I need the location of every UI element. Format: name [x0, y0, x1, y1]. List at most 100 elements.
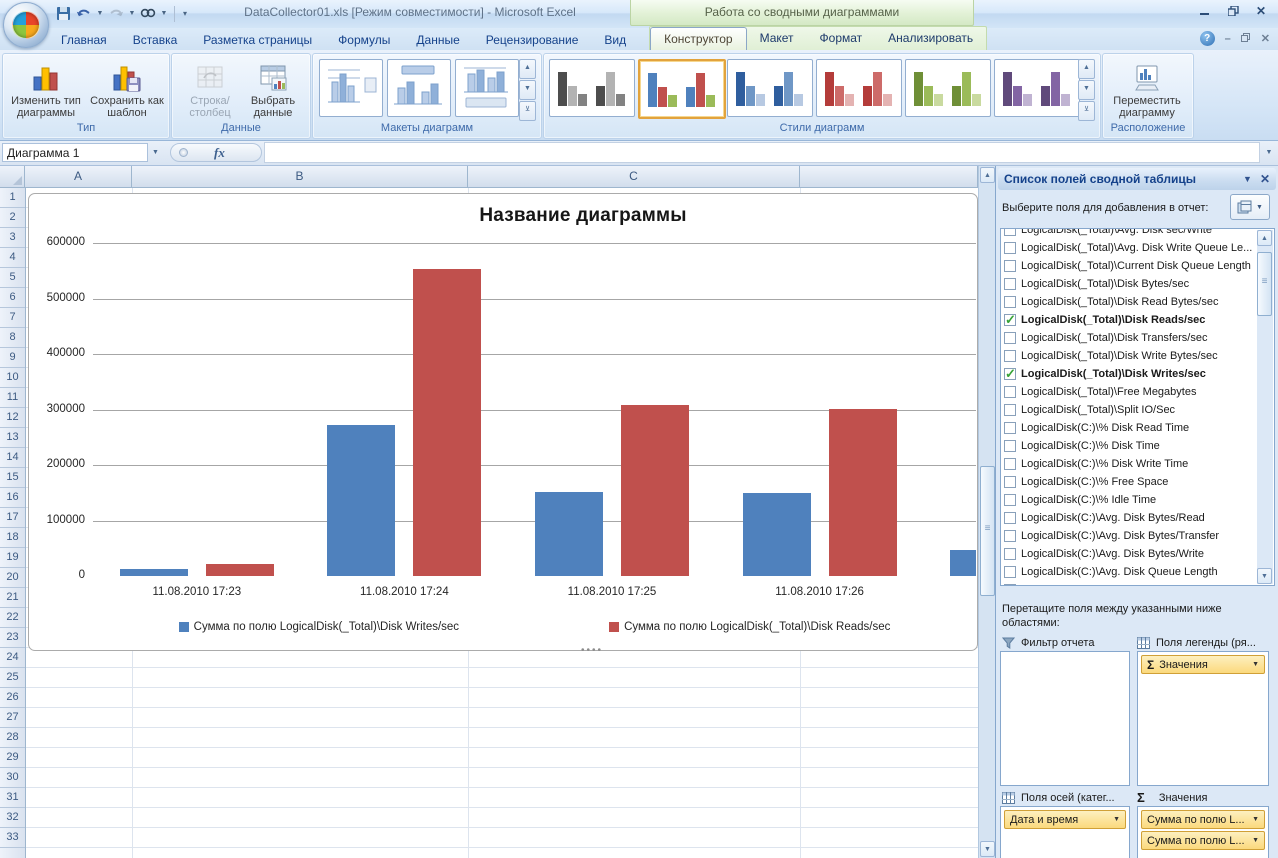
- scroll-down-button[interactable]: ▼: [980, 841, 995, 857]
- row-header-16[interactable]: 16: [0, 488, 25, 508]
- find-dropdown[interactable]: ▼: [160, 10, 168, 17]
- field-item[interactable]: LogicalDisk(_Total)\Disk Read Bytes/sec: [1004, 293, 1254, 311]
- tab-Формулы[interactable]: Формулы: [325, 29, 403, 50]
- chart-style-option-2[interactable]: [638, 59, 726, 119]
- layouts-gallery-more[interactable]: ⊻: [519, 101, 536, 121]
- minimize-button[interactable]: [1198, 5, 1212, 17]
- bar-writes-cat3[interactable]: [535, 492, 603, 576]
- legend-item-reads[interactable]: Сумма по полю LogicalDisk(_Total)\Disk R…: [609, 621, 890, 633]
- chart-style-option-1[interactable]: [549, 59, 635, 117]
- unchecked-checkbox[interactable]: [1004, 530, 1016, 542]
- tab-Вид[interactable]: Вид: [591, 29, 639, 50]
- unchecked-checkbox[interactable]: [1004, 228, 1016, 236]
- field-item[interactable]: LogicalDisk(C:)\Avg. Disk Bytes/Write: [1004, 545, 1254, 563]
- row-header-8[interactable]: 8: [0, 328, 25, 348]
- field-list-scroll-down[interactable]: ▼: [1257, 568, 1272, 584]
- unchecked-checkbox[interactable]: [1004, 386, 1016, 398]
- customize-qat-button[interactable]: ▾: [181, 9, 189, 18]
- vertical-scrollbar[interactable]: ▲ ▼: [978, 166, 995, 858]
- column-header-partial[interactable]: [800, 166, 978, 188]
- field-item[interactable]: LogicalDisk(_Total)\Avg. Disk sec/Write: [1004, 228, 1254, 239]
- row-header-21[interactable]: 21: [0, 588, 25, 608]
- formula-bar-expand[interactable]: ▼: [1262, 145, 1276, 161]
- legend-zone-pill[interactable]: ΣЗначения▼: [1141, 655, 1265, 674]
- field-item[interactable]: LogicalDisk(_Total)\Free Megabytes: [1004, 383, 1254, 401]
- bar-writes-cat2[interactable]: [327, 425, 395, 576]
- pane-options-dropdown[interactable]: ▼: [1243, 174, 1252, 184]
- row-header-33[interactable]: 33: [0, 828, 25, 848]
- row-header-30[interactable]: 30: [0, 768, 25, 788]
- column-header-B[interactable]: B: [132, 166, 468, 188]
- chart-style-option-5[interactable]: [905, 59, 991, 117]
- row-header-12[interactable]: 12: [0, 408, 25, 428]
- styles-scroll-down[interactable]: ▼: [1078, 80, 1095, 100]
- row-header-25[interactable]: 25: [0, 668, 25, 688]
- chart-style-option-3[interactable]: [727, 59, 813, 117]
- pane-close-icon[interactable]: ✕: [1260, 172, 1270, 186]
- chart-layout-option-2[interactable]: [387, 59, 451, 117]
- field-item[interactable]: LogicalDisk(C:)\% Disk Write Time: [1004, 455, 1254, 473]
- field-list-scroll-up[interactable]: ▲: [1257, 230, 1272, 246]
- name-box-dropdown[interactable]: ▼: [148, 143, 163, 162]
- row-header-2[interactable]: 2: [0, 208, 25, 228]
- column-header-C[interactable]: C: [468, 166, 800, 188]
- chart-title[interactable]: Название диаграммы: [93, 205, 978, 227]
- select-all-corner[interactable]: [0, 166, 25, 188]
- row-header-28[interactable]: 28: [0, 728, 25, 748]
- ribbon-restore-button[interactable]: [1241, 33, 1251, 45]
- chart-layout-option-1[interactable]: [319, 59, 383, 117]
- tab-Главная[interactable]: Главная: [48, 29, 120, 50]
- field-item[interactable]: LogicalDisk(_Total)\Split IO/Sec: [1004, 401, 1254, 419]
- row-header-17[interactable]: 17: [0, 508, 25, 528]
- values-zone-pill[interactable]: Сумма по полю L...▼: [1141, 831, 1265, 850]
- unchecked-checkbox[interactable]: [1004, 278, 1016, 290]
- bar-reads-cat1[interactable]: [206, 564, 274, 576]
- field-item[interactable]: LogicalDisk(_Total)\Disk Transfers/sec: [1004, 329, 1254, 347]
- tab-Разметка страницы[interactable]: Разметка страницы: [190, 29, 325, 50]
- chart-resize-handle[interactable]: ••••: [578, 646, 606, 656]
- bar-writes-cat4[interactable]: [743, 493, 811, 576]
- chart-layout-option-3[interactable]: [455, 59, 519, 117]
- report-filter-zone[interactable]: [1000, 651, 1130, 786]
- row-header-6[interactable]: 6: [0, 288, 25, 308]
- row-header-10[interactable]: 10: [0, 368, 25, 388]
- ribbon-close-button[interactable]: ✕: [1261, 32, 1270, 45]
- save-icon[interactable]: [54, 5, 72, 23]
- row-header-32[interactable]: 32: [0, 808, 25, 828]
- axis-fields-zone[interactable]: Дата и время▼: [1000, 806, 1130, 858]
- row-header-31[interactable]: 31: [0, 788, 25, 808]
- pill-dropdown[interactable]: ▼: [1252, 837, 1259, 844]
- ribbon-minimize-button[interactable]: –: [1225, 33, 1231, 45]
- insert-function-icon[interactable]: fx: [214, 145, 225, 161]
- scrollbar-thumb[interactable]: [980, 466, 995, 596]
- styles-gallery-more[interactable]: ⊻: [1078, 101, 1095, 121]
- row-header-22[interactable]: 22: [0, 608, 25, 628]
- unchecked-checkbox[interactable]: [1004, 260, 1016, 272]
- field-list-scroll-thumb[interactable]: [1257, 252, 1272, 316]
- values-zone-pill[interactable]: Сумма по полю L...▼: [1141, 810, 1265, 829]
- chart-legend[interactable]: Сумма по полю LogicalDisk(_Total)\Disk W…: [93, 621, 976, 633]
- pane-header[interactable]: Список полей сводной таблицы ▼ ✕: [998, 168, 1276, 190]
- pivot-chart[interactable]: Название диаграммы 010000020000030000040…: [28, 193, 978, 651]
- tab-Макет[interactable]: Макет: [747, 27, 807, 50]
- field-item[interactable]: LogicalDisk(C:)\Avg. Disk Read Queue Len…: [1004, 581, 1254, 586]
- unchecked-checkbox[interactable]: [1004, 458, 1016, 470]
- legend-fields-zone[interactable]: ΣЗначения▼: [1137, 651, 1269, 786]
- pane-view-button[interactable]: ▼: [1230, 194, 1270, 220]
- unchecked-checkbox[interactable]: [1004, 296, 1016, 308]
- row-header-23[interactable]: 23: [0, 628, 25, 648]
- layouts-scroll-down[interactable]: ▼: [519, 80, 536, 100]
- field-item[interactable]: LogicalDisk(C:)\% Disk Read Time: [1004, 419, 1254, 437]
- tab-Данные[interactable]: Данные: [403, 29, 472, 50]
- unchecked-checkbox[interactable]: [1004, 512, 1016, 524]
- unchecked-checkbox[interactable]: [1004, 242, 1016, 254]
- redo-icon[interactable]: [107, 5, 125, 23]
- row-header-26[interactable]: 26: [0, 688, 25, 708]
- unchecked-checkbox[interactable]: [1004, 332, 1016, 344]
- row-header-3[interactable]: 3: [0, 228, 25, 248]
- bar-writes-cat1[interactable]: [120, 569, 188, 576]
- checked-checkbox[interactable]: [1004, 368, 1016, 380]
- layouts-scroll-up[interactable]: ▲: [519, 59, 536, 79]
- unchecked-checkbox[interactable]: [1004, 584, 1016, 586]
- values-zone[interactable]: Сумма по полю L...▼ Сумма по полю L...▼: [1137, 806, 1269, 858]
